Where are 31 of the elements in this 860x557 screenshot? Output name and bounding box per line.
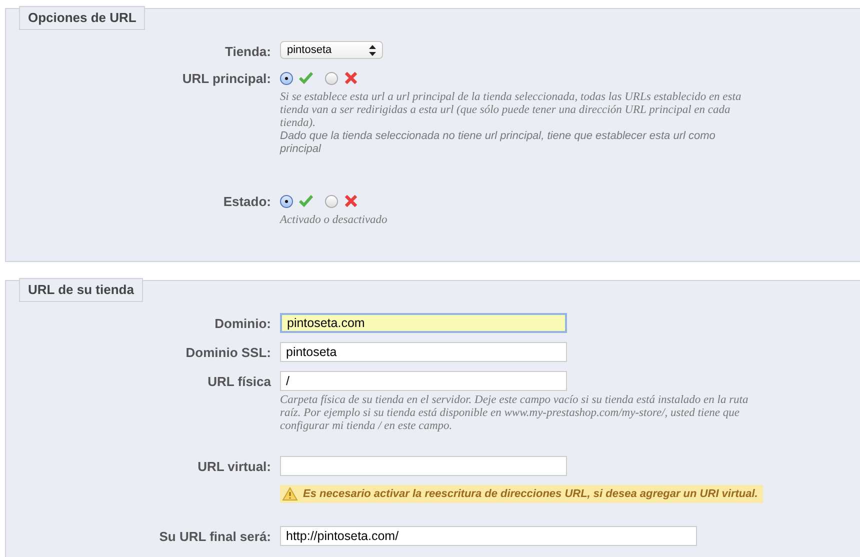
field-label: Tienda: [224,43,271,59]
help-text: Dado que la tienda seleccionada no tiene url principal, tiene que establecer esta url como principal [280,130,716,156]
field-label: URL virtual: [196,458,271,476]
store-select[interactable]: pintoseta [280,41,383,59]
check-icon [299,194,313,208]
text-field[interactable]: pintoseta.com [280,313,567,333]
caret-icon [369,44,376,56]
help-text: Activado o desactivado [280,214,388,227]
check-icon [299,71,313,85]
radio-button[interactable] [325,194,338,208]
radio-button[interactable] [325,72,338,84]
text-field[interactable] [280,456,567,476]
field-label: Dominio: [214,315,271,333]
radio-button[interactable] [280,194,293,208]
field-label: URL física [206,373,271,391]
text-field[interactable]: http://pintoseta.com/ [280,526,697,546]
field-label: Dominio SSL: [184,344,271,362]
radio-button[interactable] [280,72,293,84]
text-field[interactable]: / [280,371,567,391]
panel-title: Opciones de URL [19,6,146,30]
field-label: URL principal: [181,70,271,88]
panel-title: URL de su tienda [19,278,143,302]
cross-icon [344,71,358,85]
warning-icon [282,487,298,501]
field-label: Su URL final será: [158,528,271,546]
field-label: Estado: [222,193,271,211]
text-field[interactable]: pintoseta [280,342,567,362]
warning-text: Es necesario activar la reescritura de direcciones URL, si desea agregar un URI virtual. [303,488,758,500]
cross-icon [344,194,358,208]
help-text: Carpeta física de su tienda en el servidor. Deje este campo vacío si su tienda está instalado en la ruta raíz. Por ejemplo si su tienda está disponible en www.my-prestashop.com/my-store/, usted tiene que configurar mi tienda / en este campo. [280,394,750,433]
help-text: Si se establece esta url a url principal de la tienda seleccionada, todas las URLs establecido en esta tienda van a ser redirigidas a esta url (que sólo puede tener una dirección URL principal en cada tienda). [280,91,742,130]
